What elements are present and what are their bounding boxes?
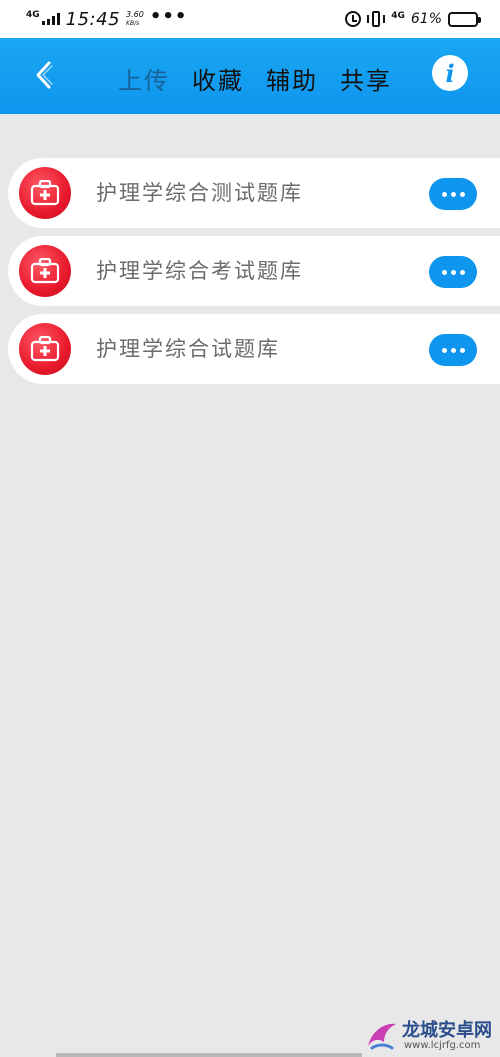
bottom-indicator [56, 1053, 362, 1057]
speed-unit: KB/s [126, 20, 140, 27]
more-options-button[interactable] [429, 256, 477, 288]
network-speed: 3.60 KB/s [126, 10, 144, 28]
clock: 15:45 [65, 8, 121, 30]
tab-upload[interactable]: 上传 [118, 61, 170, 96]
network-type-2: 4G [391, 11, 405, 21]
tab-assist[interactable]: 辅助 [266, 61, 318, 96]
more-options-button[interactable] [429, 178, 477, 210]
status-bar: 4G 15:45 3.60 KB/s ••• 4G 61% [0, 0, 500, 38]
back-button[interactable] [28, 56, 60, 94]
dot [450, 347, 456, 353]
first-aid-kit-icon [19, 167, 71, 219]
list-item[interactable]: 护理学综合考试题库 [8, 236, 500, 306]
vibrate-icon [367, 11, 386, 27]
status-right: 4G 61% [345, 11, 481, 27]
watermark: 龙城安卓网 www.lcjrfg.com [362, 1012, 500, 1057]
question-bank-list: 护理学综合测试题库 护理学综合考试题库 护理学综合试题库 [8, 158, 500, 392]
speed-value: 3.60 [126, 10, 144, 19]
tab-favorites[interactable]: 收藏 [192, 61, 244, 96]
tab-share[interactable]: 共享 [340, 61, 392, 96]
watermark-url: www.lcjrfg.com [404, 1040, 481, 1051]
dot [441, 347, 447, 353]
dot [441, 269, 447, 275]
app-header: 上传 收藏 辅助 共享 i [0, 38, 500, 114]
item-title: 护理学综合测试题库 [96, 181, 303, 205]
info-icon: i [445, 58, 455, 88]
dot [459, 347, 465, 353]
first-aid-kit-icon [19, 323, 71, 375]
list-item[interactable]: 护理学综合测试题库 [8, 158, 500, 228]
watermark-name: 龙城安卓网 [402, 1020, 492, 1041]
battery-percent: 61% [410, 11, 442, 27]
dot [459, 269, 465, 275]
list-item[interactable]: 护理学综合试题库 [8, 314, 500, 384]
status-left: 4G 15:45 3.60 KB/s ••• [26, 5, 188, 30]
chevron-left-icon [36, 61, 53, 89]
battery-icon [448, 11, 481, 27]
dot [459, 191, 465, 197]
dot [450, 269, 456, 275]
info-button[interactable]: i [432, 55, 468, 91]
item-title: 护理学综合考试题库 [96, 259, 303, 283]
more-notifications-icon: ••• [149, 5, 188, 27]
nav-tabs: 上传 收藏 辅助 共享 [118, 60, 414, 96]
more-options-button[interactable] [429, 334, 477, 366]
dot [441, 191, 447, 197]
item-title: 护理学综合试题库 [96, 337, 280, 361]
signal-icon [41, 13, 60, 25]
alarm-icon [345, 11, 362, 27]
first-aid-kit-icon [19, 245, 71, 297]
watermark-logo-icon [368, 1023, 396, 1050]
dot [450, 191, 456, 197]
network-type: 4G [26, 10, 40, 20]
